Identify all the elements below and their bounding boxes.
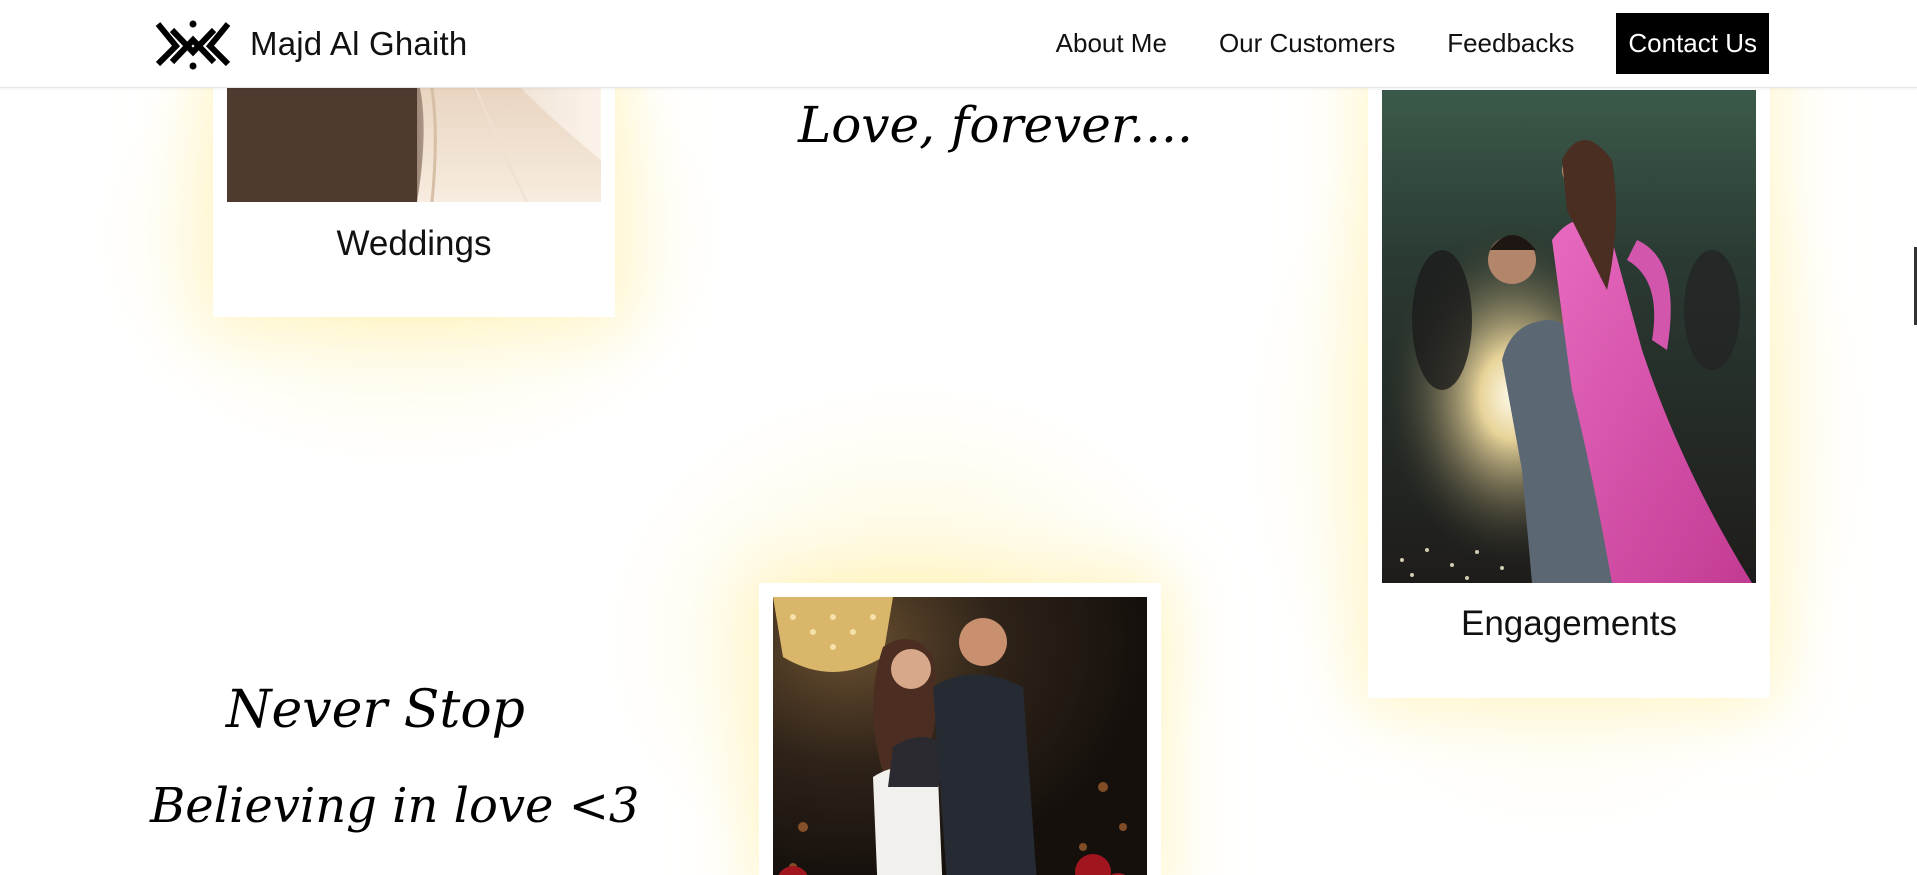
engagements-label: Engagements	[1461, 604, 1677, 643]
engagements-photo	[1382, 90, 1756, 583]
brand-name: Majd Al Ghaith	[250, 25, 468, 62]
brand-logo-icon	[155, 20, 231, 70]
never-stop-quote: Never Stop	[226, 680, 525, 740]
weddings-label: Weddings	[336, 224, 492, 263]
main-nav: About Me Our Customers Feedbacks Contact…	[1004, 13, 1769, 74]
engagements-card[interactable]: Engagements	[1368, 40, 1770, 698]
nav-feedbacks[interactable]: Feedbacks	[1447, 13, 1574, 74]
love-forever-quote: Love, forever....	[798, 96, 1193, 154]
proposal-card[interactable]	[759, 583, 1161, 875]
nav-about-me[interactable]: About Me	[1056, 13, 1167, 74]
brand-link[interactable]: Majd Al Ghaith	[154, 18, 467, 70]
proposal-photo	[773, 597, 1147, 875]
believing-in-love-quote: Believing in love <3	[150, 778, 640, 834]
site-header: Majd Al Ghaith About Me Our Customers Fe…	[0, 0, 1917, 88]
nav-contact-us-button[interactable]: Contact Us	[1616, 13, 1769, 74]
page: Majd Al Ghaith About Me Our Customers Fe…	[0, 0, 1917, 875]
nav-our-customers[interactable]: Our Customers	[1219, 13, 1395, 74]
